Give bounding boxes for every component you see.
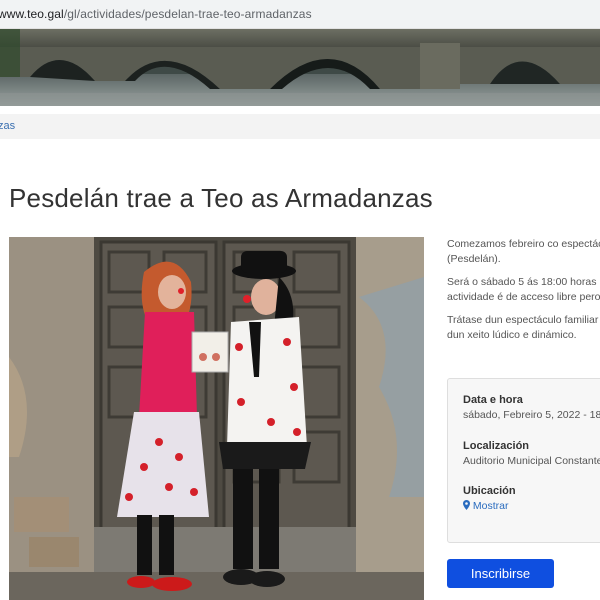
event-info-box: Data e hora sábado, Febreiro 5, 2022 - 1…	[447, 378, 600, 543]
url-domain: www.teo.gal	[0, 7, 64, 21]
url-path: /gl/actividades/pesdelan-trae-teo-armada…	[63, 7, 312, 21]
event-description: Comezamos febreiro co espectác (Pesdelán…	[447, 237, 600, 351]
location-label: Localización	[463, 440, 530, 452]
show-map-link[interactable]: Mostrar	[463, 500, 509, 512]
map-marker-icon	[463, 500, 470, 510]
description-line: dun xeito lúdico e dinámico.	[447, 329, 577, 341]
show-map-label: Mostrar	[472, 500, 509, 512]
datetime-value: sábado, Febreiro 5, 2022 - 18:0	[463, 409, 600, 421]
bridge-illustration	[0, 29, 600, 106]
description-line: Será o sábado 5 ás 18:00 horas n	[447, 276, 600, 288]
description-line: Comezamos febreiro co espectác	[447, 238, 600, 250]
browser-address-bar[interactable]: www.teo.gal/gl/actividades/pesdelan-trae…	[0, 0, 600, 29]
location-value: Auditorio Municipal Constante	[463, 455, 600, 467]
description-line: Trátase dun espectáculo familiar	[447, 314, 599, 326]
datetime-label: Data e hora	[463, 394, 523, 406]
performers-illustration	[9, 237, 424, 600]
description-paragraph-2: Será o sábado 5 ás 18:00 horas n activid…	[447, 275, 600, 305]
event-photo	[9, 237, 424, 600]
map-label: Ubicación	[463, 485, 516, 497]
signup-button[interactable]: Inscribirse	[447, 559, 554, 588]
breadcrumb: zas	[0, 114, 600, 139]
description-paragraph-3: Trátase dun espectáculo familiar dun xei…	[447, 313, 600, 343]
breadcrumb-current[interactable]: zas	[0, 120, 15, 132]
description-line: actividade é de acceso libre pero c	[447, 291, 600, 303]
header-banner-image	[0, 29, 600, 106]
description-line: (Pesdelán).	[447, 253, 501, 265]
description-paragraph-1: Comezamos febreiro co espectác (Pesdelán…	[447, 237, 600, 267]
url-text[interactable]: www.teo.gal/gl/actividades/pesdelan-trae…	[0, 7, 312, 21]
page-title: Pesdelán trae a Teo as Armadanzas	[9, 183, 433, 213]
